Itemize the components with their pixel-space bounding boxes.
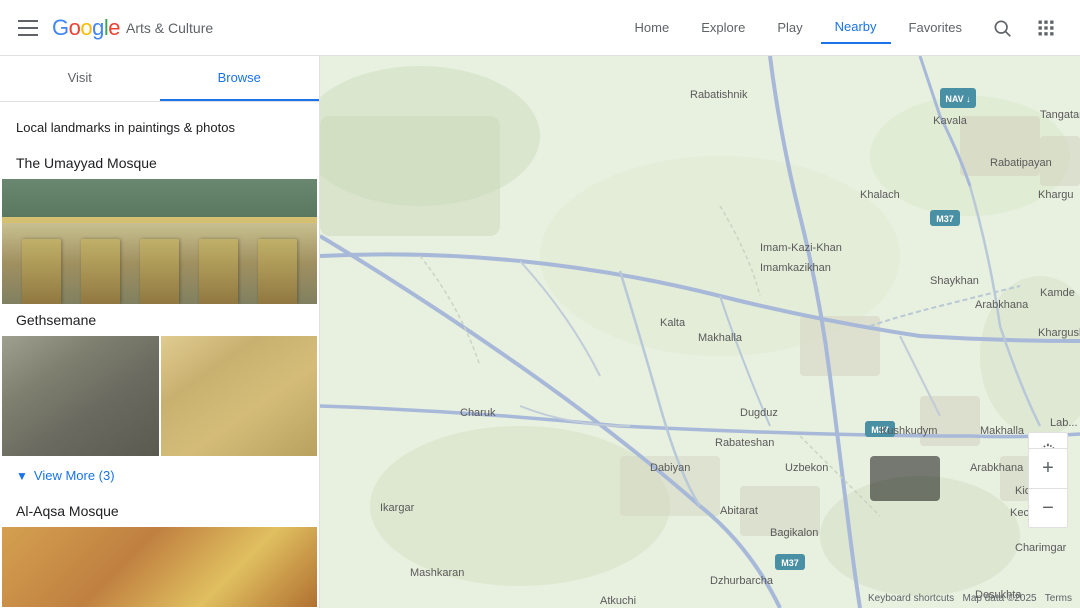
sidebar-content: Local landmarks in paintings & photos Th… — [0, 102, 319, 608]
zoom-out-button[interactable]: − — [1028, 488, 1068, 528]
svg-text:Charimgar: Charimgar — [1015, 542, 1067, 554]
chevron-down-icon: ▼ — [16, 469, 28, 483]
svg-text:Dzhurbarcha: Dzhurbarcha — [710, 575, 774, 587]
map-svg: M37 M37 M37 NAV ↓ Kavala Tangatar Rabati… — [320, 56, 1080, 608]
map-area[interactable]: M37 M37 M37 NAV ↓ Kavala Tangatar Rabati… — [320, 56, 1080, 608]
svg-text:Kushkudym: Kushkudym — [880, 425, 937, 437]
nav-home[interactable]: Home — [621, 12, 684, 43]
svg-text:Rabatipayan: Rabatipayan — [990, 157, 1052, 169]
svg-text:Bagikalon: Bagikalon — [770, 527, 818, 539]
tab-visit[interactable]: Visit — [0, 56, 160, 101]
section-title: Local landmarks in paintings & photos — [0, 102, 319, 147]
landmark-gethsemane-title[interactable]: Gethsemane — [0, 304, 319, 336]
svg-text:M37: M37 — [781, 558, 799, 568]
logo-google-text: Google — [52, 15, 120, 41]
svg-text:Kalta: Kalta — [660, 317, 686, 329]
gethsemane-image-left[interactable] — [2, 336, 159, 456]
svg-text:Imam-Kazi-Khan: Imam-Kazi-Khan — [760, 242, 842, 254]
svg-text:Ikargar: Ikargar — [380, 502, 415, 514]
map-data-label: Map data ©2025 — [963, 593, 1037, 604]
svg-text:Arabkhana: Arabkhana — [975, 299, 1029, 311]
view-more-button[interactable]: ▼ View More (3) — [0, 456, 319, 495]
logo-product-text: Arts & Culture — [126, 20, 213, 36]
svg-text:Makhalla: Makhalla — [980, 425, 1025, 437]
landmark-umayyad-title[interactable]: The Umayyad Mosque — [0, 147, 319, 179]
gethsemane-images — [0, 336, 319, 456]
svg-text:Lab...: Lab... — [1050, 417, 1078, 429]
svg-text:Makhalla: Makhalla — [698, 332, 743, 344]
map-attribution: Keyboard shortcuts Map data ©2025 Terms — [868, 593, 1072, 604]
svg-text:Khalach: Khalach — [860, 189, 900, 201]
svg-text:Dabiyan: Dabiyan — [650, 462, 690, 474]
svg-text:Rabatishnik: Rabatishnik — [690, 89, 748, 101]
gethsemane-image-right[interactable] — [161, 336, 318, 456]
app-header: Google Arts & Culture Home Explore Play … — [0, 0, 1080, 56]
svg-text:Uzbekon: Uzbekon — [785, 462, 828, 474]
zoom-in-button[interactable]: + — [1028, 448, 1068, 488]
svg-text:Kavala: Kavala — [933, 115, 968, 127]
nav-favorites[interactable]: Favorites — [895, 12, 976, 43]
logo: Google Arts & Culture — [52, 15, 213, 41]
svg-text:Charuk: Charuk — [460, 407, 496, 419]
svg-text:Mashkaran: Mashkaran — [410, 567, 464, 579]
nav-play[interactable]: Play — [763, 12, 816, 43]
landmark-aqsa-title[interactable]: Al-Aqsa Mosque — [0, 495, 319, 527]
umayyad-images — [0, 179, 319, 304]
keyboard-shortcuts-link[interactable]: Keyboard shortcuts — [868, 593, 954, 604]
main-content: Visit Browse Local landmarks in painting… — [0, 56, 1080, 608]
svg-text:Khargush: Khargush — [1038, 327, 1080, 339]
svg-text:Rabateshan: Rabateshan — [715, 437, 774, 449]
svg-text:Arabkhana: Arabkhana — [970, 462, 1024, 474]
sidebar-tabs: Visit Browse — [0, 56, 319, 102]
aqsa-image[interactable] — [2, 527, 317, 607]
map-zoom-controls: + − — [1028, 448, 1068, 528]
svg-text:Khargu: Khargu — [1038, 189, 1073, 201]
umayyad-image[interactable] — [2, 179, 317, 304]
header-icons — [984, 10, 1064, 46]
svg-text:Abitarat: Abitarat — [720, 505, 758, 517]
sidebar: Visit Browse Local landmarks in painting… — [0, 56, 320, 608]
view-more-label: View More (3) — [34, 468, 115, 483]
tab-browse[interactable]: Browse — [160, 56, 320, 101]
menu-icon[interactable] — [16, 16, 40, 40]
svg-text:NAV ↓: NAV ↓ — [945, 94, 970, 104]
svg-text:Kamde: Kamde — [1040, 287, 1075, 299]
nav-explore[interactable]: Explore — [687, 12, 759, 43]
svg-text:Dugduz: Dugduz — [740, 407, 778, 419]
main-nav: Home Explore Play Nearby Favorites — [621, 11, 976, 44]
svg-text:M37: M37 — [936, 214, 954, 224]
apps-icon[interactable] — [1028, 10, 1064, 46]
svg-text:Imamkazikhan: Imamkazikhan — [760, 262, 831, 274]
svg-text:Shaykhan: Shaykhan — [930, 275, 979, 287]
search-icon[interactable] — [984, 10, 1020, 46]
svg-text:Atkuchi: Atkuchi — [600, 595, 636, 607]
terms-link[interactable]: Terms — [1045, 593, 1072, 604]
svg-text:Tangatar: Tangatar — [1040, 109, 1080, 121]
nav-nearby[interactable]: Nearby — [821, 11, 891, 44]
